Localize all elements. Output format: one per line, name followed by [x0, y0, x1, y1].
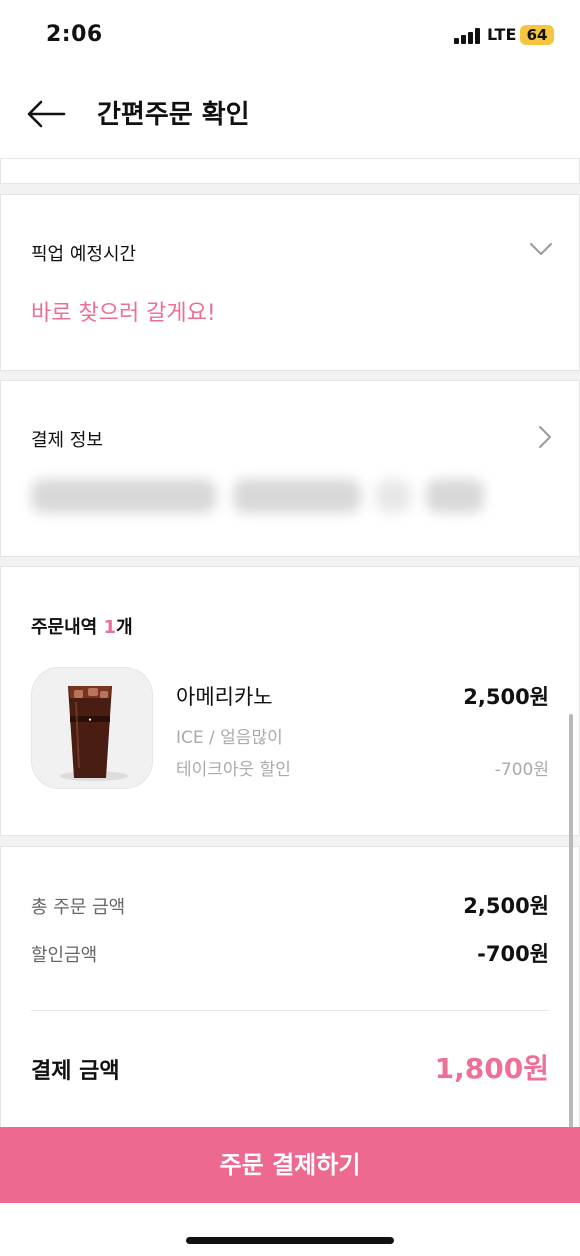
payment-info-card[interactable]: 결제 정보 [0, 380, 580, 557]
network-label: LTE [487, 25, 517, 44]
signal-icon [454, 28, 482, 44]
product-discount-label: 테이크아웃 할인 [176, 760, 291, 780]
svg-text:●: ● [88, 717, 91, 723]
product-price: 2,500원 [463, 685, 549, 709]
price-summary-card: 총 주문 금액 2,500원 할인금액 -700원 결제 금액 1,800원 [0, 846, 580, 1138]
page-title: 간편주문 확인 [97, 100, 250, 130]
order-title: 주문내역 1개 [31, 613, 133, 639]
total-order-label: 총 주문 금액 [31, 897, 126, 918]
order-count: 1 [103, 617, 117, 638]
order-details-card: 주문내역 1개 ● 아메리카노 2,500원 ICE / 얼음많이 테이크아웃 … [0, 566, 580, 836]
product-options: ICE / 얼음많이 [176, 728, 283, 748]
back-button[interactable] [24, 96, 68, 132]
pickup-time-value: 바로 찾으러 갈게요! [31, 301, 216, 326]
home-indicator[interactable] [186, 1237, 394, 1244]
payment-info-label: 결제 정보 [31, 430, 103, 451]
blurred-payment-detail [426, 479, 484, 513]
americano-product-image: ● [31, 667, 153, 789]
blurred-payment-detail [233, 479, 361, 513]
total-order-value: 2,500원 [463, 894, 549, 918]
order-payment-button[interactable]: 주문 결제하기 [0, 1127, 580, 1203]
back-arrow-icon [27, 100, 66, 128]
status-bar: 2:06 LTE 64 [0, 0, 580, 70]
summary-divider [31, 1010, 549, 1011]
discount-amount-value: -700원 [477, 942, 549, 966]
blurred-payment-detail [31, 479, 216, 513]
product-name: 아메리카노 [176, 685, 273, 709]
app-header: 간편주문 확인 [0, 70, 580, 160]
chevron-down-icon[interactable] [529, 241, 553, 257]
scrollbar[interactable] [569, 714, 573, 1192]
status-time: 2:06 [46, 22, 103, 47]
payment-amount-value: 1,800원 [434, 1052, 549, 1085]
chevron-right-icon[interactable] [537, 425, 553, 449]
iced-coffee-icon: ● [60, 686, 128, 781]
pickup-time-card[interactable]: 픽업 예정시간 바로 찾으러 갈게요! [0, 194, 580, 371]
pickup-time-label: 픽업 예정시간 [31, 244, 137, 265]
order-count-suffix: 개 [116, 617, 133, 638]
discount-amount-label: 할인금액 [31, 945, 98, 966]
blurred-payment-detail [376, 479, 411, 513]
payment-amount-label: 결제 금액 [31, 1059, 120, 1084]
product-discount-value: -700원 [494, 760, 549, 780]
battery-icon: 64 [520, 25, 554, 45]
previous-card-edge [0, 158, 580, 184]
bottom-safe-area [0, 1203, 580, 1256]
order-title-label: 주문내역 [31, 617, 98, 638]
